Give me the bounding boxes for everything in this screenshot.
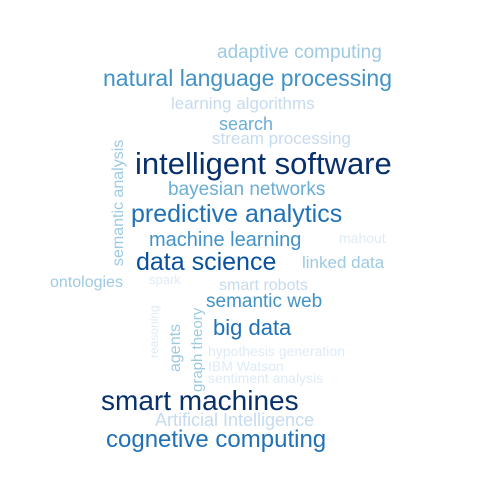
word-semantic-web: semantic web xyxy=(206,291,323,312)
word-graph-theory: graph theory xyxy=(189,307,206,392)
word-ontologies: ontologies xyxy=(50,274,123,291)
word-bayesian-networks: bayesian networks xyxy=(168,179,326,200)
word-reasoning: reasoning xyxy=(147,305,161,358)
word-predictive-analytics: predictive analytics xyxy=(131,200,343,228)
word-spark: spark xyxy=(149,272,181,287)
word-semantic-analysis: semantic analysis xyxy=(110,139,127,266)
word-stream-processing: stream processing xyxy=(212,129,351,148)
word-cognetive-computing: cognetive computing xyxy=(106,426,327,453)
word-sentiment-analysis: sentiment analysis xyxy=(208,370,324,386)
word-hypothesis-generation: hypothesis generation xyxy=(208,343,345,359)
word-linked-data: linked data xyxy=(302,253,385,272)
word-natural-language-processing: natural language processing xyxy=(103,65,392,91)
word-adaptive-computing: adaptive computing xyxy=(217,42,382,63)
word-cloud: adaptive computing natural language proc… xyxy=(0,0,480,480)
word-machine-learning: machine learning xyxy=(149,229,302,251)
word-big-data: big data xyxy=(213,315,292,340)
word-intelligent-software: intelligent software xyxy=(135,146,392,181)
word-learning-algorithms: learning algorithms xyxy=(171,94,315,113)
word-agents: agents xyxy=(167,323,184,372)
word-mahout: mahout xyxy=(339,230,386,246)
